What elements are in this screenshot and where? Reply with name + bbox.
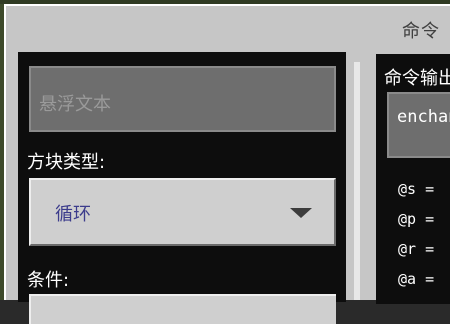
selector-item: @p = xyxy=(398,210,435,228)
command-input-value: enchan xyxy=(397,107,450,127)
selector-item: @r = xyxy=(398,240,435,258)
hover-text-placeholder: 悬浮文本 xyxy=(39,94,111,115)
block-type-label: 方块类型: xyxy=(27,152,106,173)
scrollbar[interactable] xyxy=(354,62,360,300)
selector-item: @a = xyxy=(398,270,435,288)
command-output-label: 命令输出 xyxy=(384,68,450,89)
block-type-value: 循环 xyxy=(55,204,91,225)
window-title: 命令 xyxy=(402,21,440,42)
condition-dropdown[interactable] xyxy=(29,294,336,324)
right-panel: 命令输出 enchan @s = @p = @r = @a = xyxy=(376,54,450,304)
command-input[interactable]: enchan xyxy=(387,92,450,158)
selector-item: @s = xyxy=(398,180,435,198)
condition-label: 条件: xyxy=(27,270,70,291)
left-panel: 悬浮文本 方块类型: 循环 条件: xyxy=(18,52,346,324)
hover-text-input[interactable]: 悬浮文本 xyxy=(29,66,336,132)
chevron-down-icon xyxy=(290,208,312,218)
block-type-dropdown[interactable]: 循环 xyxy=(29,178,336,246)
